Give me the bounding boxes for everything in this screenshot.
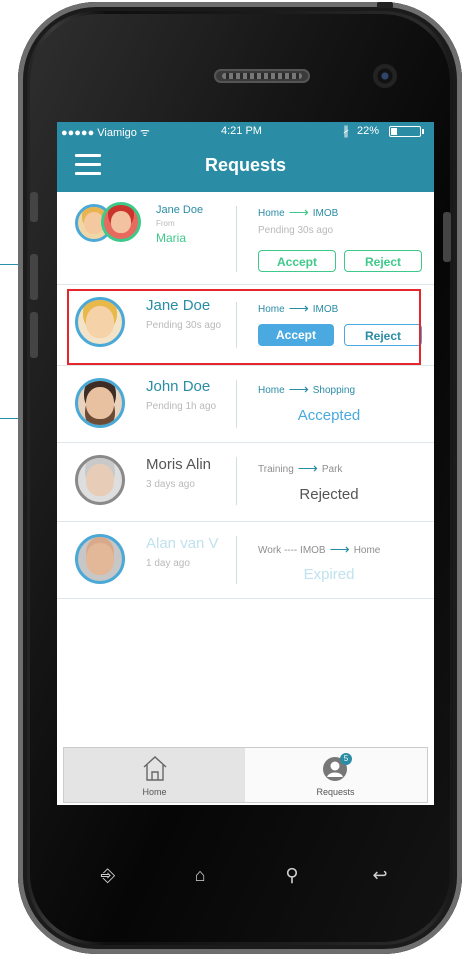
from-label: From xyxy=(156,219,175,228)
tab-home[interactable]: Home xyxy=(64,748,245,802)
power-button xyxy=(443,212,451,262)
request-row: Moris Alin 3 days ago Training ⟶ Park Reje… xyxy=(57,443,434,522)
search-key-icon[interactable]: ⚲ xyxy=(282,865,302,886)
requester-name: Moris Alin xyxy=(146,456,212,473)
earpiece-speaker xyxy=(214,69,310,83)
back-key-icon[interactable]: ↩ xyxy=(370,865,390,886)
arrow-right-icon: ⟶ xyxy=(329,541,350,557)
avatar xyxy=(75,534,125,584)
battery-percent: 22% xyxy=(357,125,380,137)
highlight-box xyxy=(67,289,421,365)
requester-name: Jane Doe xyxy=(156,204,204,216)
carrier-label: ●●●●● Viamigo ᯤ xyxy=(61,127,150,139)
front-camera xyxy=(373,64,397,88)
status-bar: ●●●●● Viamigo ᯤ 4:21 PM ∦ 22% xyxy=(57,122,434,140)
requester-name: Alan van V xyxy=(146,535,219,552)
route: Work ---- IMOB ⟶ Home xyxy=(258,541,381,557)
route: Home ⟶ Shopping xyxy=(258,381,356,397)
arrow-right-icon: ⟶ xyxy=(297,460,318,476)
divider xyxy=(236,206,237,272)
page-title: Requests xyxy=(204,155,287,175)
tab-home-label: Home xyxy=(142,787,167,797)
nav-bar: Requests xyxy=(57,140,434,192)
pending-time: Pending 1h ago xyxy=(146,401,217,412)
arrow-right-icon: ⟶ xyxy=(288,204,309,220)
battery-icon xyxy=(389,126,424,137)
from-name: Maria xyxy=(156,231,187,245)
volume-down-button xyxy=(30,312,38,358)
pending-time: 3 days ago xyxy=(146,479,195,490)
divider xyxy=(236,380,237,428)
reject-button[interactable]: Reject xyxy=(344,250,422,272)
home-icon xyxy=(143,756,167,781)
requests-badge: 5 xyxy=(340,753,352,765)
request-row: Jane Doe From Maria Home ⟶ IMOB Pending 30… xyxy=(57,192,434,285)
avatar xyxy=(101,202,141,242)
recent-apps-key-icon[interactable]: ⎆ xyxy=(98,865,118,886)
route: Training ⟶ Park xyxy=(258,460,343,476)
pending-time: 1 day ago xyxy=(146,558,190,569)
pending-time: Pending 30s ago xyxy=(258,225,334,236)
mute-switch xyxy=(30,192,38,222)
divider xyxy=(236,536,237,584)
home-key-icon[interactable]: ⌂ xyxy=(190,865,210,886)
avatar xyxy=(75,378,125,428)
divider xyxy=(236,457,237,505)
status-label: Accepted xyxy=(297,407,361,424)
status-label: Expired xyxy=(303,566,355,583)
volume-up-button xyxy=(30,254,38,300)
clock: 4:21 PM xyxy=(221,125,262,137)
tab-requests-label: Requests xyxy=(316,787,355,797)
bluetooth-icon: ∦ xyxy=(343,124,349,138)
accept-button[interactable]: Accept xyxy=(258,250,336,272)
app-screen: ●●●●● Viamigo ᯤ 4:21 PM ∦ 22% Requests J… xyxy=(57,122,434,805)
tab-requests[interactable]: 5 Requests xyxy=(245,748,426,802)
requester-name: John Doe xyxy=(146,378,211,395)
request-row: John Doe Pending 1h ago Home ⟶ Shopping Ac… xyxy=(57,366,434,443)
status-label: Rejected xyxy=(299,486,359,503)
arrow-right-icon: ⟶ xyxy=(288,381,309,397)
top-nub xyxy=(377,2,393,8)
tab-bar: Home 5 Requests xyxy=(63,747,428,803)
route: Home ⟶ IMOB xyxy=(258,204,339,220)
avatar xyxy=(75,455,125,505)
request-row: Alan van V 1 day ago Work ---- IMOB ⟶ Home… xyxy=(57,522,434,599)
